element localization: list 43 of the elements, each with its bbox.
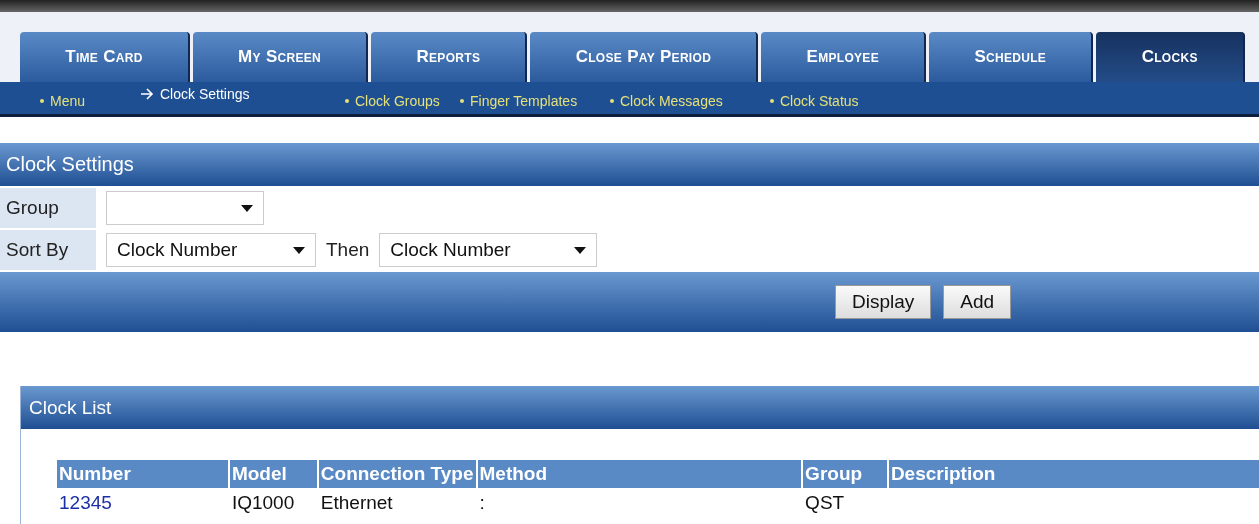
subnav-link[interactable]: Clock Status	[770, 93, 910, 109]
column-header: Group	[803, 460, 887, 488]
bullet-icon	[40, 99, 44, 103]
subnav-link[interactable]: Clock Groups	[345, 93, 460, 109]
nav-tab[interactable]: Schedule	[929, 32, 1094, 82]
clock-number-link[interactable]: 12345	[57, 488, 228, 518]
nav-tab[interactable]: Employee	[761, 32, 927, 82]
subnav-link[interactable]: Finger Templates	[460, 93, 610, 109]
bullet-icon	[345, 99, 349, 103]
subnav-link[interactable]: Clock Settings	[140, 86, 345, 102]
field-label: Then	[326, 239, 370, 261]
nav-tab[interactable]: Close Pay Period	[530, 32, 759, 82]
panel-title: Clock List	[21, 386, 1259, 429]
arrow-icon	[140, 88, 154, 100]
bullet-icon	[770, 99, 774, 103]
nav-tab[interactable]: Reports	[371, 32, 528, 82]
dropdown-caret-icon	[574, 246, 587, 254]
column-header: Model	[229, 460, 317, 488]
action-button[interactable]: Add	[943, 285, 1012, 319]
column-header: Connection Type	[318, 460, 476, 488]
nav-tab[interactable]: Clocks	[1096, 32, 1245, 82]
section-title: Clock Settings	[0, 143, 1259, 186]
table-cell-text: :	[478, 491, 486, 515]
group-dropdown[interactable]	[106, 191, 264, 225]
subnav-link[interactable]: Clock Messages	[610, 93, 770, 109]
sort-dropdown[interactable]: Clock Number	[379, 233, 598, 267]
table-cell-text: QST	[804, 491, 846, 515]
column-header: Method	[477, 460, 802, 488]
field-label: Group	[0, 188, 96, 228]
table-cell-text: Ethernet	[319, 491, 394, 515]
action-button[interactable]: Display	[835, 285, 932, 319]
dropdown-caret-icon	[293, 246, 305, 254]
field-label: Sort By	[0, 230, 96, 270]
bullet-icon	[460, 99, 464, 103]
dropdown-caret-icon	[241, 204, 253, 212]
nav-tab[interactable]: Time Card	[20, 32, 190, 82]
bullet-icon	[610, 99, 614, 103]
sort-dropdown[interactable]: Clock Number	[106, 233, 316, 267]
column-header: Description	[888, 460, 1259, 488]
table-cell-text: IQ1000	[230, 491, 296, 515]
column-header: Number	[57, 460, 228, 488]
nav-tab[interactable]: My Screen	[192, 32, 369, 82]
subnav-link[interactable]: Menu	[40, 93, 140, 109]
